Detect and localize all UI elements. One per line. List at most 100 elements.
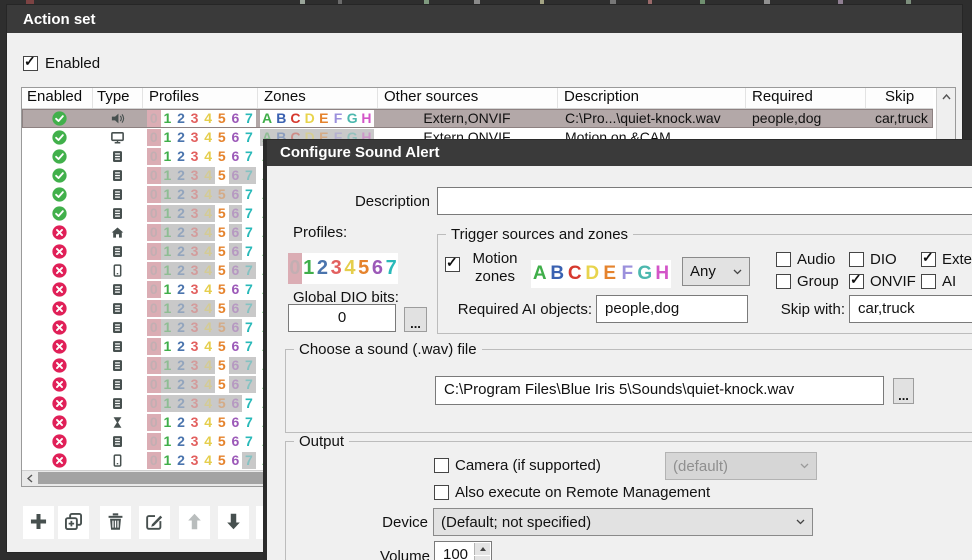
onvif-checkbox[interactable]: ONVIF (849, 273, 921, 290)
delete-action-button[interactable] (100, 506, 131, 539)
profile-digit: 5 (215, 205, 229, 222)
profile-digit[interactable]: 7 (384, 253, 398, 284)
sound-path-input[interactable]: C:\Program Files\Blue Iris 5\Sounds\quie… (435, 376, 884, 405)
zone-match-dropdown[interactable]: Any (682, 257, 750, 286)
profile-digit: 3 (188, 433, 202, 450)
column-header-type[interactable]: Type (97, 88, 130, 108)
description-input[interactable] (437, 187, 972, 215)
move-down-button[interactable] (218, 506, 249, 539)
zone-letter[interactable]: E (601, 260, 619, 288)
profile-digit: 7 (242, 357, 256, 374)
profile-digit: 6 (229, 338, 243, 355)
profile-digit: 0 (147, 300, 161, 317)
zones-selector[interactable]: ABCDEFGH (531, 260, 671, 288)
profile-digit: 2 (174, 376, 188, 393)
profile-digit: 1 (161, 300, 175, 317)
action-set-enabled-checkbox[interactable]: Enabled (23, 55, 100, 72)
zone-letter[interactable]: C (566, 260, 584, 288)
profile-digit: 4 (201, 110, 215, 127)
scroll-up-icon[interactable] (937, 88, 955, 105)
profiles-selector[interactable]: 01234567 (288, 253, 398, 284)
dialog-titlebar[interactable]: Configure Sound Alert (267, 140, 972, 166)
required-ai-input[interactable]: people,dog (596, 295, 748, 323)
column-separator (142, 88, 143, 108)
global-dio-input[interactable]: 0 (288, 304, 396, 332)
column-header-required[interactable]: Required (752, 88, 813, 108)
duplicate-action-button[interactable] (58, 506, 89, 539)
desktop-background: Action set Enabled Enabled Type Profiles Zo… (0, 0, 972, 560)
profile-digit: 4 (201, 395, 215, 412)
column-header-zones[interactable]: Zones (264, 88, 306, 108)
profile-digit[interactable]: 2 (316, 253, 330, 284)
profile-digit[interactable]: 1 (302, 253, 316, 284)
list-icon (110, 301, 125, 316)
required-cell: people,dog (752, 110, 864, 126)
column-separator (92, 88, 93, 108)
phone-icon (110, 263, 125, 278)
disabled-x-icon (52, 434, 67, 449)
list-icon (110, 358, 125, 373)
edit-action-button[interactable] (139, 506, 170, 539)
column-header-skip[interactable]: Skip (885, 88, 914, 108)
profile-digit[interactable]: 6 (371, 253, 385, 284)
remote-management-checkbox[interactable]: Also execute on Remote Management (434, 484, 710, 501)
dio-checkbox[interactable]: DIO (849, 251, 921, 268)
column-header-other-sources[interactable]: Other sources (384, 88, 478, 108)
scroll-left-icon[interactable] (22, 471, 37, 485)
zone-letter[interactable]: F (619, 260, 637, 288)
spinner-up-icon[interactable] (474, 543, 490, 555)
profile-digit: 4 (201, 129, 215, 146)
zone-letter[interactable]: H (654, 260, 672, 288)
profile-digit: 3 (188, 319, 202, 336)
audio-checkbox[interactable]: Audio (776, 251, 849, 268)
zone-letter[interactable]: D (584, 260, 602, 288)
profiles-cell: 01234567 (147, 376, 256, 393)
global-dio-browse-button[interactable]: ... (404, 307, 427, 332)
profiles-cell: 01234567 (147, 262, 256, 279)
enabled-check-icon (52, 187, 67, 202)
volume-label: Volume (367, 548, 430, 560)
table-row[interactable]: 01234567ABCDEFGHExtern,ONVIFC:\Pro...\qu… (22, 109, 933, 128)
motion-zones-checkbox[interactable] (445, 257, 460, 272)
profile-digit[interactable]: 5 (357, 253, 371, 284)
column-header-profiles[interactable]: Profiles (149, 88, 199, 108)
disabled-x-icon (52, 282, 67, 297)
profile-digit[interactable]: 3 (329, 253, 343, 284)
volume-spinner[interactable]: 100 (434, 541, 492, 560)
zone-letter[interactable]: G (636, 260, 654, 288)
profile-digit: 5 (215, 433, 229, 450)
duplicate-icon (63, 511, 84, 535)
camera-checkbox[interactable]: Camera (if supported) (434, 457, 601, 474)
skip-with-input[interactable]: car,truck (849, 295, 972, 323)
move-up-button[interactable] (179, 506, 210, 539)
column-header-description[interactable]: Description (564, 88, 639, 108)
profile-digit: 0 (147, 262, 161, 279)
speaker-icon (110, 111, 125, 126)
zone-letter[interactable]: A (531, 260, 549, 288)
extern-checkbox[interactable]: Extern (921, 251, 972, 268)
profile-digit[interactable]: 4 (343, 253, 357, 284)
ai-checkbox[interactable]: AI (921, 273, 972, 290)
profile-digit: 2 (174, 110, 188, 127)
checkbox-icon (434, 485, 449, 500)
device-dropdown[interactable]: (Default; not specified) (433, 508, 813, 536)
checkbox-icon (849, 252, 864, 267)
add-action-button[interactable] (23, 506, 54, 539)
profile-digit: 4 (201, 319, 215, 336)
sound-browse-button[interactable]: ... (893, 378, 914, 404)
action-set-titlebar[interactable]: Action set (7, 5, 962, 33)
profile-digit: 2 (174, 452, 188, 469)
edit-icon (144, 511, 165, 535)
group-checkbox[interactable]: Group (776, 273, 849, 290)
zone-letter[interactable]: B (549, 260, 567, 288)
spinner-down-icon[interactable] (474, 556, 490, 560)
profile-digit: 5 (215, 224, 229, 241)
configure-sound-alert-dialog: Configure Sound Alert Description Profil… (263, 139, 972, 560)
column-separator (377, 88, 378, 108)
profiles-cell: 01234567 (147, 395, 256, 412)
column-header-enabled[interactable]: Enabled (27, 88, 82, 108)
profile-digit: 2 (174, 262, 188, 279)
profile-digit: 3 (188, 224, 202, 241)
profile-digit[interactable]: 0 (288, 253, 302, 284)
enabled-check-icon (52, 206, 67, 221)
